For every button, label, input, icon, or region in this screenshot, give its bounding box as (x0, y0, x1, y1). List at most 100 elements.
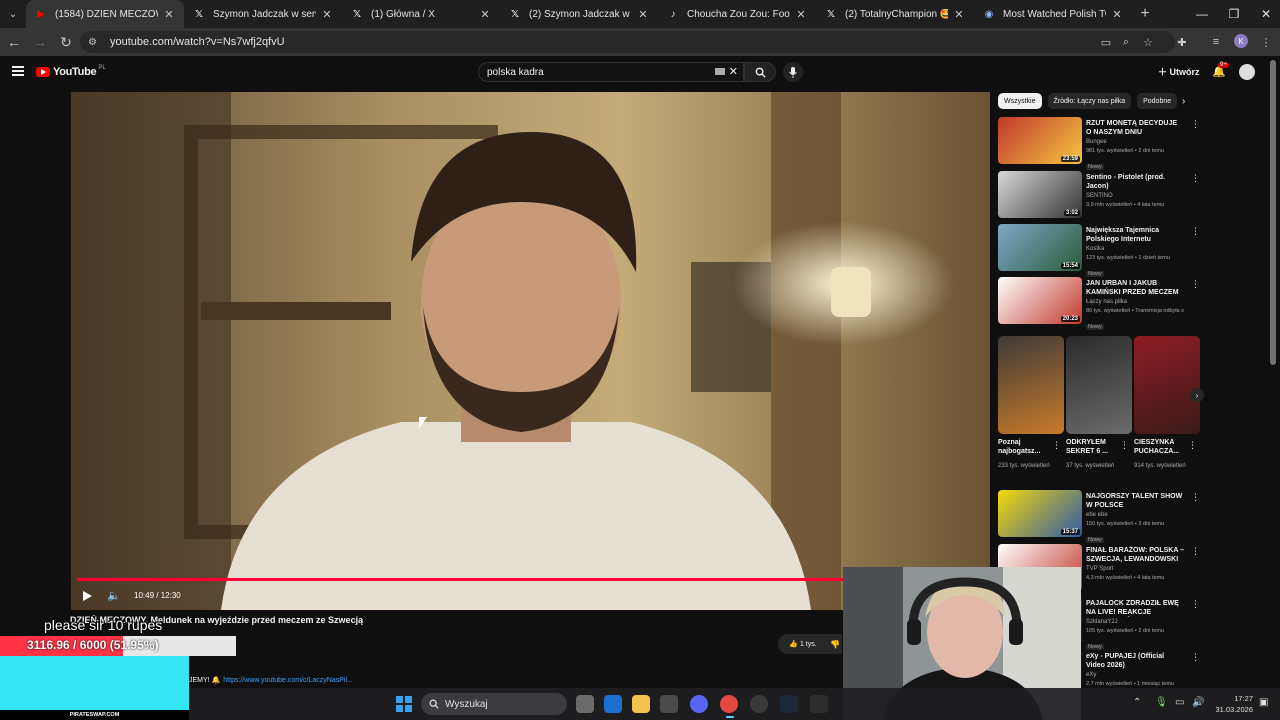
more-actions-icon[interactable]: ⋮ (1052, 440, 1061, 451)
close-window-icon[interactable]: ✕ (1250, 0, 1280, 28)
obs-icon[interactable] (750, 695, 768, 713)
video-thumbnail[interactable]: 3:02 (998, 171, 1082, 218)
network-icon[interactable]: ▭ (1175, 697, 1184, 708)
chrome-menu-icon[interactable]: ⋮ (1258, 34, 1274, 50)
tab-close-icon[interactable]: ✕ (636, 8, 650, 21)
file-explorer-icon[interactable] (632, 695, 650, 713)
like-button[interactable]: 👍 1 tys. (778, 634, 828, 654)
video-thumbnail[interactable]: 20:23 (998, 277, 1082, 324)
browser-tab[interactable]: ▶ (1584) DZIEŃ MECZOWY. Meldu ✕ (26, 0, 184, 28)
play-button[interactable] (82, 591, 92, 601)
steam-icon[interactable] (780, 695, 798, 713)
bookmark-star-icon[interactable]: ☆ (1140, 34, 1156, 50)
tab-close-icon[interactable]: ✕ (478, 8, 492, 21)
browser-tab[interactable]: 𝕏 (1) Główna / X ✕ (342, 0, 500, 28)
filter-chip[interactable]: Podobne (1137, 93, 1178, 109)
maximize-icon[interactable]: ❐ (1218, 0, 1250, 28)
chrome-icon[interactable] (720, 695, 738, 713)
new-tab-button[interactable]: + (1132, 5, 1158, 23)
video-thumbnail[interactable]: 23:59 (998, 117, 1082, 164)
search-button[interactable] (744, 62, 776, 82)
scrollbar-thumb[interactable] (1270, 60, 1276, 365)
notification-center-icon[interactable]: ▣ (1259, 697, 1268, 708)
minimize-icon[interactable]: — (1186, 0, 1218, 28)
more-actions-icon[interactable]: ⋮ (1191, 226, 1200, 237)
more-actions-icon[interactable]: ⋮ (1191, 173, 1200, 184)
video-player[interactable]: 🔈 10:49 / 12:30 (71, 92, 990, 610)
tab-close-icon[interactable]: ✕ (162, 8, 176, 21)
browser-tab[interactable]: 𝕏 Szymon Jadczak w serwisie X: ✕ (184, 0, 342, 28)
profile-avatar[interactable]: K (1234, 34, 1248, 48)
filter-chip[interactable]: Wszystkie (998, 93, 1042, 109)
taskbar-search[interactable]: Wyszukaj (421, 693, 567, 715)
address-bar[interactable]: ⚙ youtube.com/watch?v=Ns7wfj2qfvU (80, 31, 1175, 53)
reading-list-icon[interactable]: ≡ (1208, 34, 1224, 50)
short-thumbnail[interactable] (1134, 336, 1200, 434)
more-actions-icon[interactable]: ⋮ (1120, 440, 1129, 451)
tab-close-icon[interactable]: ✕ (320, 8, 334, 21)
browser-tab[interactable]: 𝕏 (2) TotalnyChampion 🤩👍 w ✕ (816, 0, 974, 28)
youtube-logo[interactable]: YouTube PL (36, 65, 106, 78)
more-actions-icon[interactable]: ⋮ (1191, 492, 1200, 503)
menu-icon[interactable] (12, 66, 24, 76)
video-thumbnail[interactable]: 15:37 (998, 490, 1082, 537)
recommended-video[interactable]: 15:37 NAJGORSZY TALENT SHOW W POLSCE ebe e… (998, 490, 1200, 543)
more-actions-icon[interactable]: ⋮ (1191, 599, 1200, 610)
browser-tab[interactable]: 𝕏 (2) Szymon Jadczak w serwisie ✕ (500, 0, 658, 28)
back-icon[interactable]: ← (2, 30, 26, 54)
browser-tab[interactable]: ◉ Most Watched Polish Twitch St ✕ (974, 0, 1132, 28)
chevron-right-icon[interactable]: › (1182, 96, 1185, 107)
taskbar-clock[interactable]: 17:27 31.03.2026 (1213, 693, 1253, 715)
clear-search-icon[interactable]: ✕ (729, 65, 738, 78)
task-view-icon[interactable] (576, 695, 594, 713)
recommended-video[interactable]: 23:59 RZUT MONETĄ DECYDUJE O NASZYM DNIU B… (998, 117, 1200, 170)
tab-close-icon[interactable]: ✕ (794, 8, 808, 21)
tray-chevron-icon[interactable]: ⌃ (1133, 697, 1141, 708)
account-avatar[interactable] (1239, 64, 1255, 80)
outlook-icon[interactable] (604, 695, 622, 713)
browser-tab[interactable]: ♪ Choucha Zou Zou: Football & F ✕ (658, 0, 816, 28)
recommended-video[interactable]: 15:54 Największa Tajemnica Polskiego Inte… (998, 224, 1200, 277)
tab-close-icon[interactable]: ✕ (1110, 8, 1124, 21)
video-thumbnail[interactable]: 15:54 (998, 224, 1082, 271)
app-icon[interactable] (810, 695, 828, 713)
recommended-video[interactable]: 20:23 JAN URBAN I JAKUB KAMIŃSKI PRZED ME… (998, 277, 1200, 330)
short-title[interactable]: CIESZYNKA PUCHACZA... (1134, 438, 1190, 456)
more-actions-icon[interactable]: ⋮ (1191, 546, 1200, 557)
volume-icon[interactable]: 🔈 (107, 589, 121, 602)
short-thumbnail[interactable] (1066, 336, 1132, 434)
windows-start-icon[interactable] (396, 696, 412, 712)
short-title[interactable]: Poznaj najbogatsz... (998, 438, 1054, 456)
shorts-next-button[interactable]: › (1190, 388, 1204, 402)
install-app-icon[interactable]: ▭ (1098, 34, 1114, 50)
tab-close-icon[interactable]: ✕ (952, 8, 966, 21)
description-link[interactable]: https://www.youtube.com/c/LaczyNasPil... (223, 677, 353, 684)
tab-search-button[interactable]: ⌄ (0, 0, 26, 28)
more-actions-icon[interactable]: ⋮ (1191, 119, 1200, 130)
dislike-button[interactable]: 👎 (828, 634, 842, 654)
voice-search-button[interactable] (783, 62, 803, 82)
extensions-icon[interactable]: ✚ (1174, 34, 1190, 50)
zoom-icon[interactable]: ⌕ (1118, 34, 1134, 50)
filter-chip[interactable]: Źródło: Łączy nas piłka (1047, 93, 1132, 109)
reload-icon[interactable]: ↻ (54, 30, 78, 54)
search-input[interactable]: polska kadra ✕ (478, 62, 744, 82)
discord-icon[interactable] (690, 695, 708, 713)
more-actions-icon[interactable]: ⋮ (1191, 279, 1200, 290)
short-thumbnail[interactable] (998, 336, 1064, 434)
store-icon[interactable] (660, 695, 678, 713)
url-text: youtube.com/watch?v=Ns7wfj2qfvU (110, 36, 285, 48)
create-button[interactable]: ＋ Utwórz (1158, 65, 1200, 78)
more-actions-icon[interactable]: ⋮ (1191, 652, 1200, 663)
more-actions-icon[interactable]: ⋮ (1188, 440, 1197, 451)
video-frame (71, 92, 990, 610)
microphone-tray-icon[interactable]: 🎙 (1155, 697, 1168, 708)
forward-icon[interactable]: → (28, 30, 52, 54)
tab-title: (2) TotalnyChampion 🤩👍 w (845, 8, 948, 20)
site-info-icon[interactable]: ⚙ (88, 37, 104, 48)
video-meta: NAJGORSZY TALENT SHOW W POLSCE ebe ebe 150… (1086, 492, 1184, 546)
speaker-icon[interactable]: 🔊 (1192, 697, 1204, 708)
short-title[interactable]: ODKRYŁEM SEKRET 6 ... (1066, 438, 1122, 456)
recommended-video[interactable]: 3:02 Sentino - Pistolet (prod. Jacon) SENT… (998, 171, 1200, 219)
keyboard-icon[interactable] (715, 68, 725, 75)
